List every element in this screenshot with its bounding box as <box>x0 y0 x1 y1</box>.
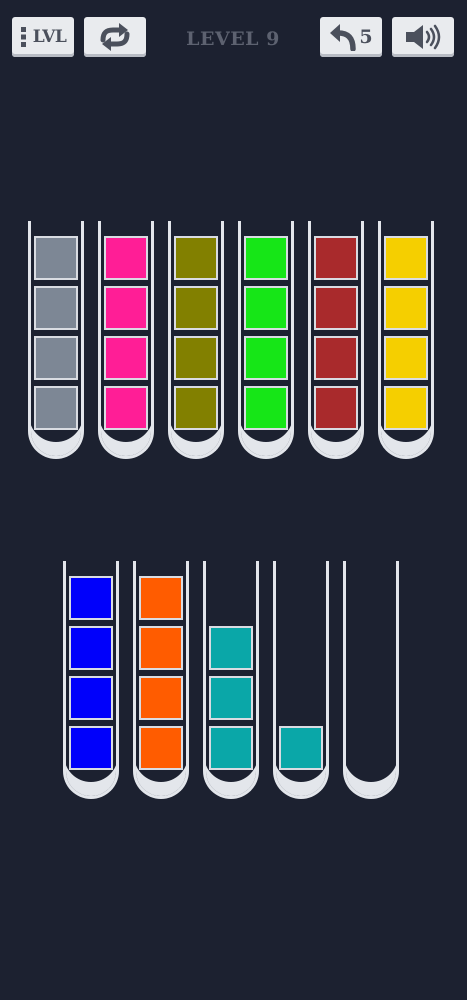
undo-icon <box>330 24 357 51</box>
undo-button[interactable]: 5 <box>320 17 382 57</box>
tube-6[interactable] <box>378 221 434 459</box>
color-block <box>139 576 183 620</box>
color-block <box>209 726 253 770</box>
color-block <box>174 236 218 280</box>
color-block <box>34 236 78 280</box>
color-block <box>314 236 358 280</box>
color-block <box>104 286 148 330</box>
tube-5[interactable] <box>308 221 364 459</box>
tube-1[interactable] <box>28 221 84 459</box>
color-block <box>209 626 253 670</box>
tube-9[interactable] <box>203 561 259 799</box>
color-block <box>384 286 428 330</box>
color-block <box>384 236 428 280</box>
color-block <box>314 386 358 430</box>
color-block <box>104 236 148 280</box>
tube-8[interactable] <box>133 561 189 799</box>
sound-icon <box>406 24 441 50</box>
color-block <box>69 626 113 670</box>
level-button-label: LVL <box>32 27 67 47</box>
tube-4[interactable] <box>238 221 294 459</box>
color-block <box>174 336 218 380</box>
color-block <box>34 386 78 430</box>
color-block <box>279 726 323 770</box>
undo-count: 5 <box>359 26 373 48</box>
game-screen: LVL LEVEL 9 5 <box>0 0 467 1000</box>
color-block <box>139 676 183 720</box>
color-block <box>69 576 113 620</box>
tube-10[interactable] <box>273 561 329 799</box>
color-block <box>104 336 148 380</box>
color-block <box>174 286 218 330</box>
color-block <box>384 386 428 430</box>
color-block <box>244 236 288 280</box>
color-block <box>34 336 78 380</box>
tube-3[interactable] <box>168 221 224 459</box>
color-block <box>104 386 148 430</box>
sound-toggle-button[interactable] <box>392 17 454 57</box>
tube-2[interactable] <box>98 221 154 459</box>
tube-7[interactable] <box>63 561 119 799</box>
color-block <box>384 336 428 380</box>
color-block <box>139 726 183 770</box>
level-title: LEVEL 9 <box>186 28 280 50</box>
level-menu-icon <box>20 27 26 47</box>
color-block <box>174 386 218 430</box>
color-block <box>244 286 288 330</box>
color-block <box>139 626 183 670</box>
color-block <box>34 286 78 330</box>
restart-icon <box>100 23 130 51</box>
color-block <box>314 286 358 330</box>
color-block <box>314 336 358 380</box>
level-select-button[interactable]: LVL <box>12 17 74 57</box>
color-block <box>69 726 113 770</box>
color-block <box>244 386 288 430</box>
color-block <box>209 676 253 720</box>
color-block <box>244 336 288 380</box>
tube-11[interactable] <box>343 561 399 799</box>
restart-button[interactable] <box>84 17 146 57</box>
color-block <box>69 676 113 720</box>
